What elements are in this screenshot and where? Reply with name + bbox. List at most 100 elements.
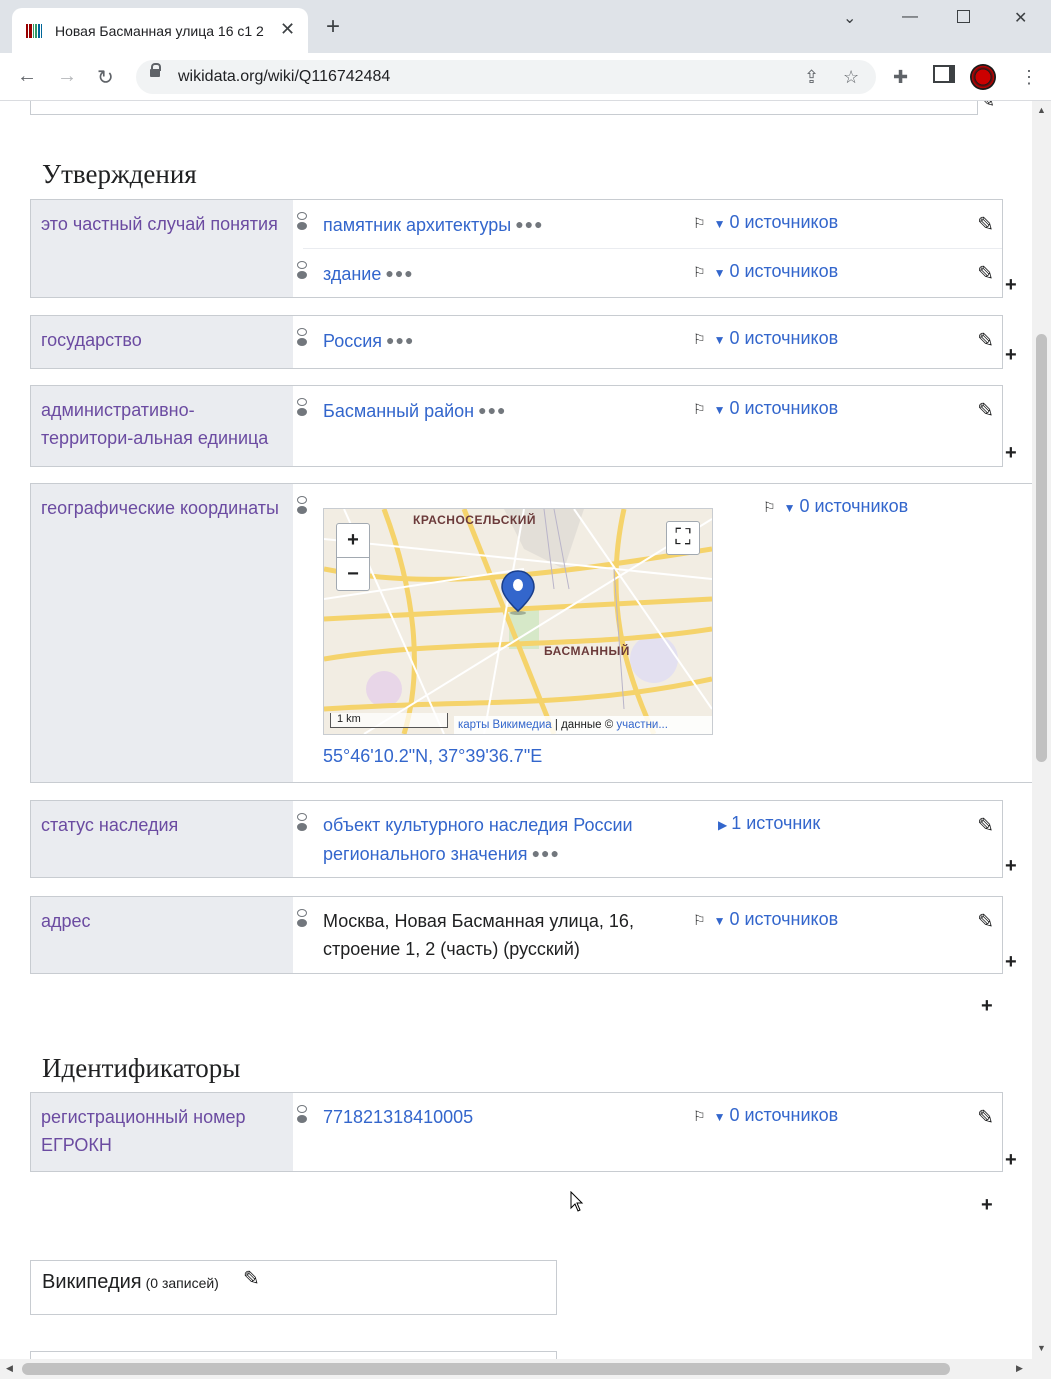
scroll-left-arrow-icon[interactable]: ◀ <box>6 1363 13 1374</box>
add-reference-icon[interactable]: ⚐ <box>693 264 706 280</box>
edit-pencil-icon[interactable]: ✎ <box>977 909 994 934</box>
rank-selector-icon[interactable] <box>297 261 307 289</box>
add-reference-icon[interactable]: ⚐ <box>693 912 706 928</box>
add-reference-icon[interactable]: ⚐ <box>693 331 706 347</box>
forward-icon[interactable]: → <box>57 65 77 88</box>
share-icon[interactable]: ⇪ <box>804 67 819 88</box>
rank-selector-icon[interactable] <box>297 813 307 841</box>
map-scale-bar: 1 km <box>330 713 448 728</box>
property-label-cell: административно-территори-альная единица <box>31 386 293 466</box>
coordinates-link[interactable]: 55°46'10.2"N, 37°39'36.7"E <box>323 746 542 767</box>
value-link[interactable]: Басманный район <box>323 401 474 421</box>
edit-pencil-icon[interactable]: ✎ <box>980 101 995 112</box>
edit-pencil-icon[interactable]: ✎ <box>977 398 994 423</box>
attribution-link-contributors[interactable]: участни... <box>616 719 668 731</box>
side-panel-icon[interactable] <box>933 65 955 83</box>
edit-pencil-icon[interactable]: ✎ <box>977 261 994 286</box>
property-link[interactable]: регистрационный номер ЕГРОКН <box>41 1103 286 1159</box>
property-link[interactable]: административно-территори-альная единица <box>41 396 286 452</box>
references-toggle[interactable]: ⚐ ▼ 0 источников <box>693 1105 838 1126</box>
property-link[interactable]: статус наследия <box>41 811 286 839</box>
wikipedia-heading: Википедия <box>42 1271 142 1293</box>
edit-pencil-icon[interactable]: ✎ <box>977 813 994 838</box>
scrollbar-thumb[interactable] <box>1036 334 1047 762</box>
profile-avatar[interactable] <box>970 64 996 90</box>
statement-row: объект культурного наследия России регио… <box>293 801 1002 877</box>
property-link[interactable]: адрес <box>41 907 286 935</box>
scroll-up-arrow-icon[interactable]: ▲ <box>1037 105 1046 115</box>
references-toggle[interactable]: ⚐ ▼ 0 источников <box>693 909 838 930</box>
add-statement-plus-icon[interactable]: + <box>981 996 993 1016</box>
new-tab-button[interactable]: + <box>326 15 340 39</box>
qualifiers-dots-icon[interactable]: ●●● <box>386 332 414 348</box>
close-tab-icon[interactable]: ✕ <box>280 19 295 40</box>
map-pin-icon[interactable] <box>500 569 536 615</box>
value-link[interactable]: Россия <box>323 331 382 351</box>
edit-pencil-icon[interactable]: ✎ <box>243 1266 260 1291</box>
menu-kebab-icon[interactable]: ⋮ <box>1020 67 1038 88</box>
references-toggle[interactable]: ⚐ ▼ 0 источников <box>693 261 838 282</box>
references-toggle[interactable]: ⚐ ▼ 0 источников <box>693 212 838 233</box>
add-value-plus-icon[interactable]: + <box>1005 856 1017 876</box>
add-value-plus-icon[interactable]: + <box>1005 443 1017 463</box>
horizontal-scrollbar[interactable]: ◀ ▶ <box>0 1359 1051 1379</box>
map-district-label: КРАСНОСЕЛЬСКИЙ <box>413 513 536 527</box>
back-icon[interactable]: ← <box>17 65 37 88</box>
identifier-link[interactable]: 771821318410005 <box>323 1107 473 1127</box>
address-bar[interactable]: wikidata.org/wiki/Q116742484 ⇪ ☆ <box>136 60 876 94</box>
add-value-plus-icon[interactable]: + <box>1005 345 1017 365</box>
edit-pencil-icon[interactable]: ✎ <box>977 1105 994 1130</box>
rank-selector-icon[interactable] <box>297 496 307 524</box>
minimize-icon[interactable]: — <box>902 8 918 26</box>
scroll-right-arrow-icon[interactable]: ▶ <box>1016 1363 1023 1374</box>
add-reference-icon[interactable]: ⚐ <box>693 401 706 417</box>
value-link[interactable]: здание <box>323 264 381 284</box>
qualifiers-dots-icon[interactable]: ●●● <box>478 402 506 418</box>
property-link[interactable]: это частный случай понятия <box>41 210 286 238</box>
references-toggle[interactable]: ⚐ ▼ 0 источников <box>693 398 838 419</box>
attribution-link[interactable]: карты Викимедиа <box>458 719 552 731</box>
scrollbar-thumb[interactable] <box>22 1363 950 1375</box>
add-value-plus-icon[interactable]: + <box>1005 1150 1017 1170</box>
lock-icon[interactable] <box>150 63 161 77</box>
bookmark-star-icon[interactable]: ☆ <box>843 67 859 88</box>
scroll-down-arrow-icon[interactable]: ▼ <box>1037 1343 1046 1353</box>
edit-pencil-icon[interactable]: ✎ <box>977 328 994 353</box>
rank-selector-icon[interactable] <box>297 212 307 240</box>
vertical-scrollbar[interactable]: ▲ ▼ <box>1032 101 1051 1359</box>
add-value-plus-icon[interactable]: + <box>1005 275 1017 295</box>
add-reference-icon[interactable]: ⚐ <box>693 1108 706 1124</box>
zoom-in-button[interactable]: + <box>337 524 369 558</box>
rank-selector-icon[interactable] <box>297 1105 307 1133</box>
references-toggle[interactable]: ⚐ ▼ 0 источников <box>763 496 908 517</box>
map-widget[interactable]: КРАСНОСЕЛЬСКИЙ БАСМАННЫЙ + − ⛶ 1 km карт… <box>323 508 713 735</box>
qualifiers-dots-icon[interactable]: ●●● <box>532 845 560 861</box>
fullscreen-icon[interactable]: ⛶ <box>666 521 700 555</box>
extensions-icon[interactable]: ✚ <box>893 67 908 88</box>
qualifiers-dots-icon[interactable]: ●●● <box>515 216 543 232</box>
add-reference-icon[interactable]: ⚐ <box>763 499 776 515</box>
edit-pencil-icon[interactable]: ✎ <box>977 212 994 237</box>
rank-selector-icon[interactable] <box>297 398 307 426</box>
map-tiles[interactable] <box>324 509 712 734</box>
property-link[interactable]: географические координаты <box>41 494 286 522</box>
property-link[interactable]: государство <box>41 326 286 354</box>
url-text[interactable]: wikidata.org/wiki/Q116742484 <box>178 68 390 86</box>
references-toggle[interactable]: ⚐ ▼ 0 источников <box>693 328 838 349</box>
tab-search-icon[interactable]: ⌄ <box>843 8 856 28</box>
qualifiers-dots-icon[interactable]: ●●● <box>385 265 413 281</box>
reload-icon[interactable]: ↻ <box>97 65 114 90</box>
maximize-icon[interactable] <box>957 10 970 23</box>
value-link[interactable]: объект культурного наследия России регио… <box>323 815 633 864</box>
browser-tab[interactable]: Новая Басманная улица 16 с1 2 ✕ <box>12 8 308 53</box>
zoom-out-button[interactable]: − <box>337 558 369 591</box>
close-window-icon[interactable]: ✕ <box>1014 8 1027 28</box>
rank-selector-icon[interactable] <box>297 909 307 937</box>
rank-selector-icon[interactable] <box>297 328 307 356</box>
add-value-plus-icon[interactable]: + <box>1005 952 1017 972</box>
add-reference-icon[interactable]: ⚐ <box>693 215 706 231</box>
map-attribution: карты Викимедиа | данные © участни... <box>454 716 712 734</box>
add-statement-plus-icon[interactable]: + <box>981 1195 993 1215</box>
references-toggle[interactable]: ▶ 1 источник <box>718 813 820 834</box>
value-link[interactable]: памятник архитектуры <box>323 215 511 235</box>
